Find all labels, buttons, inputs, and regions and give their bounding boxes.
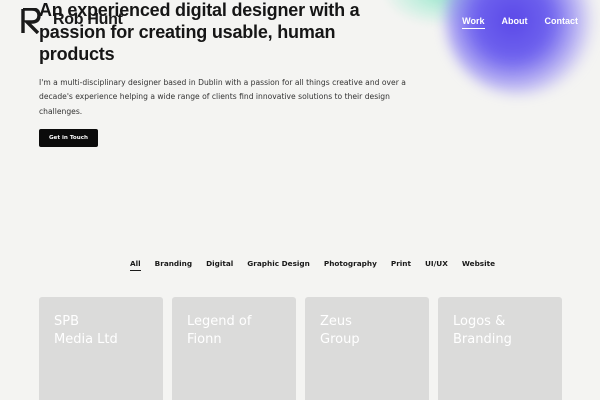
project-card-logos-branding[interactable]: Logos & Branding xyxy=(438,297,562,400)
main-nav: Work About Contact xyxy=(462,16,578,29)
get-in-touch-button[interactable]: Get in Touch xyxy=(39,129,98,147)
filter-photography[interactable]: Photography xyxy=(324,259,377,271)
project-card-zeus-group[interactable]: Zeus Group xyxy=(305,297,429,400)
nav-contact[interactable]: Contact xyxy=(545,16,579,29)
hero-title: An experienced digital designer with a p… xyxy=(39,0,360,64)
project-card-title: SPB Media Ltd xyxy=(54,314,118,347)
project-card-title: Zeus Group xyxy=(320,314,360,347)
project-grid: SPB Media Ltd Legend of Fionn Zeus Group… xyxy=(39,297,562,400)
project-card-title: Logos & Branding xyxy=(453,314,512,347)
purple-gradient-blob xyxy=(445,0,595,95)
filter-all[interactable]: All xyxy=(130,259,141,271)
filter-branding[interactable]: Branding xyxy=(155,259,192,271)
nav-work[interactable]: Work xyxy=(462,16,485,29)
filter-print[interactable]: Print xyxy=(391,259,411,271)
project-card-legend-of-fionn[interactable]: Legend of Fionn xyxy=(172,297,296,400)
filter-ui-ux[interactable]: UI/UX xyxy=(425,259,448,271)
filter-website[interactable]: Website xyxy=(462,259,495,271)
hero-description: I'm a multi-disciplinary designer based … xyxy=(39,78,406,116)
nav-about[interactable]: About xyxy=(502,16,528,29)
filter-digital[interactable]: Digital xyxy=(206,259,233,271)
project-filter-bar: All Branding Digital Graphic Design Phot… xyxy=(130,259,495,271)
project-card-spb-media[interactable]: SPB Media Ltd xyxy=(39,297,163,400)
filter-graphic-design[interactable]: Graphic Design xyxy=(247,259,310,271)
project-card-title: Legend of Fionn xyxy=(187,314,252,347)
